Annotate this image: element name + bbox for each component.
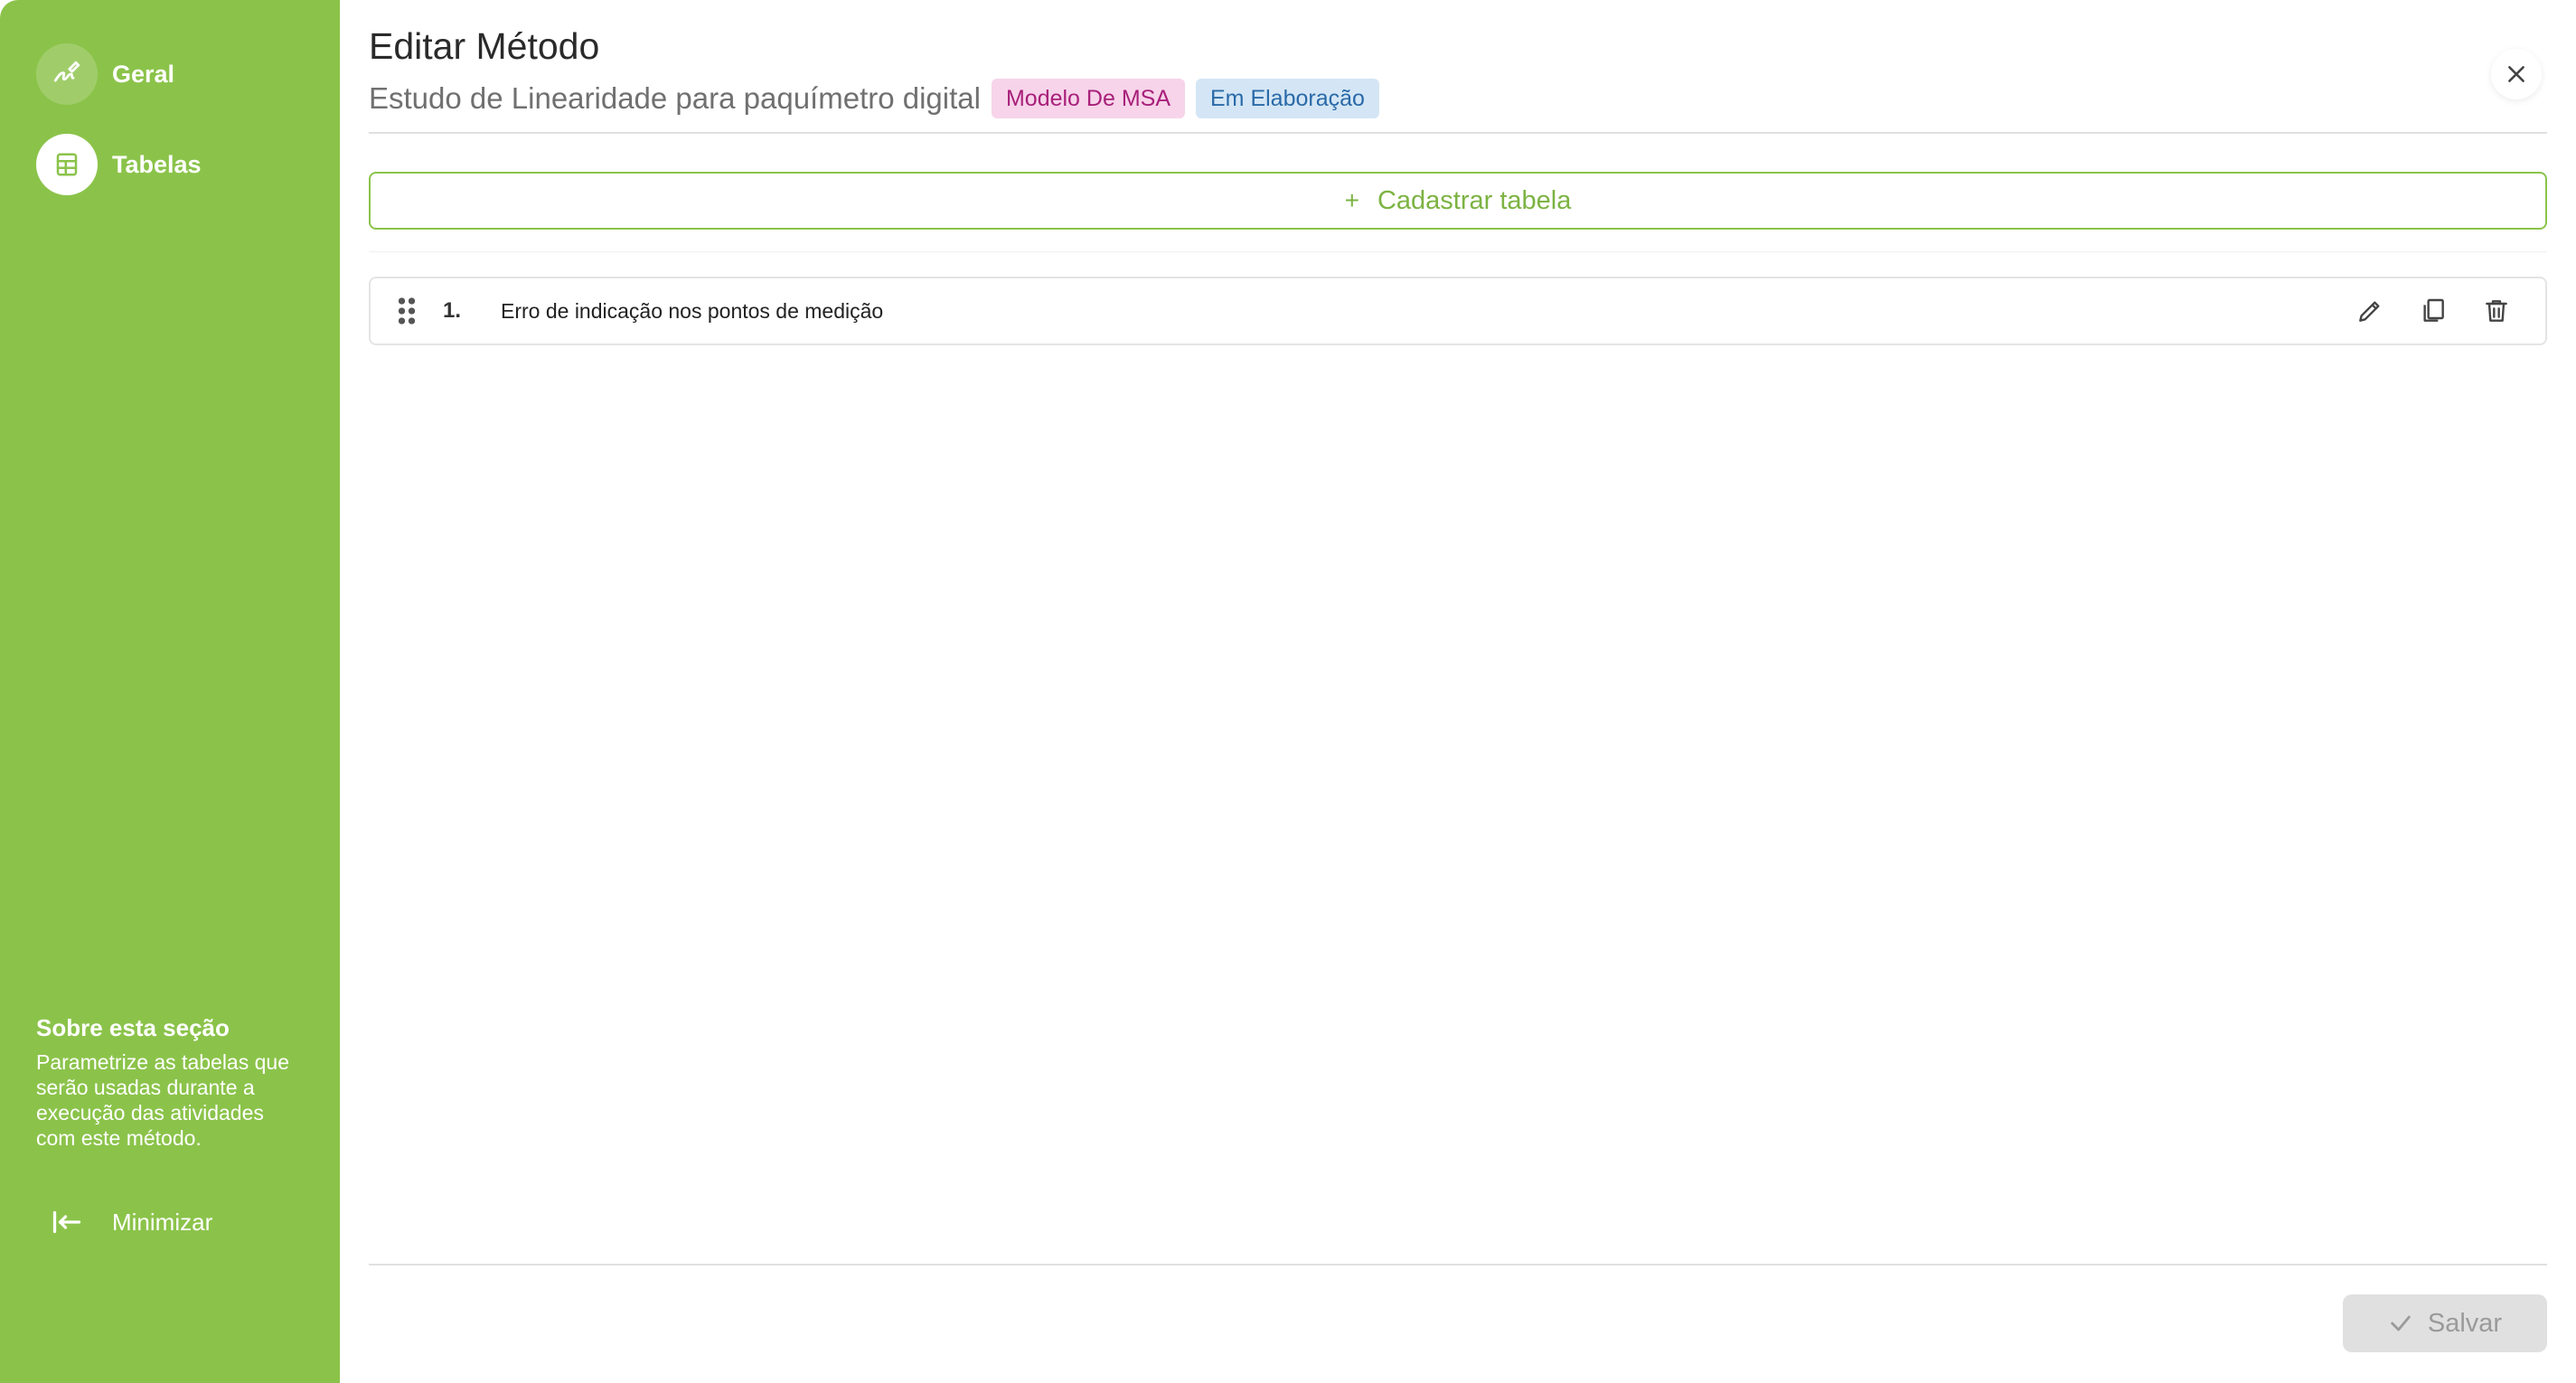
- sidebar-item-geral-icon-wrap: [36, 43, 98, 105]
- plus-icon: +: [1344, 186, 1359, 214]
- close-button[interactable]: [2491, 49, 2542, 99]
- check-icon: [2388, 1311, 2413, 1336]
- footer-divider: [369, 1264, 2547, 1265]
- sidebar-item-geral[interactable]: Geral: [36, 43, 174, 105]
- table-icon: [56, 153, 78, 176]
- sidebar: Geral Tabelas Sobre esta seção Parametri…: [0, 0, 340, 1383]
- method-name: Estudo de Linearidade para paquímetro di…: [369, 81, 981, 115]
- subtitle-row: Estudo de Linearidade para paquímetro di…: [369, 78, 1379, 119]
- pencil-icon: [2359, 301, 2380, 322]
- edit-button[interactable]: [2352, 293, 2388, 329]
- add-table-button[interactable]: + Cadastrar tabela: [369, 172, 2547, 230]
- table-row[interactable]: 1. Erro de indicação nos pontos de mediç…: [369, 277, 2547, 345]
- about-text: Parametrize as tabelas que serão usadas …: [36, 1050, 289, 1150]
- drag-handle-icon[interactable]: [371, 296, 443, 326]
- add-table-label: Cadastrar tabela: [1377, 185, 1572, 215]
- badge-model-type: Modelo De MSA: [991, 79, 1185, 118]
- save-button[interactable]: Salvar: [2343, 1294, 2547, 1352]
- trash-icon: [2486, 300, 2507, 322]
- close-icon: [2508, 66, 2524, 82]
- table-row-name: Erro de indicação nos pontos de medição: [501, 298, 884, 323]
- collapse-left-icon: [36, 1209, 98, 1236]
- sidebar-item-label: Geral: [112, 60, 175, 88]
- copy-icon: [2423, 298, 2444, 322]
- page-title: Editar Método: [369, 25, 600, 67]
- sidebar-item-label: Tabelas: [112, 150, 202, 178]
- status-badge: Em Elaboração: [1196, 79, 1379, 118]
- about-title: Sobre esta seção: [36, 1014, 230, 1041]
- save-label: Salvar: [2427, 1308, 2503, 1338]
- signature-icon: [53, 61, 80, 82]
- duplicate-button[interactable]: [2415, 293, 2451, 329]
- header-divider: [369, 132, 2547, 134]
- table-row-index: 1.: [443, 298, 462, 323]
- minimize-button[interactable]: Minimizar: [36, 1202, 212, 1242]
- minimize-label: Minimizar: [112, 1208, 213, 1236]
- about-section: Sobre esta seção Parametrize as tabelas …: [36, 1014, 298, 1151]
- sidebar-item-tabelas[interactable]: Tabelas: [36, 134, 202, 195]
- delete-button[interactable]: [2478, 293, 2515, 329]
- sidebar-item-tabelas-icon-wrap: [36, 134, 98, 195]
- list-divider: [369, 251, 2547, 252]
- table-row-actions: [2352, 293, 2515, 329]
